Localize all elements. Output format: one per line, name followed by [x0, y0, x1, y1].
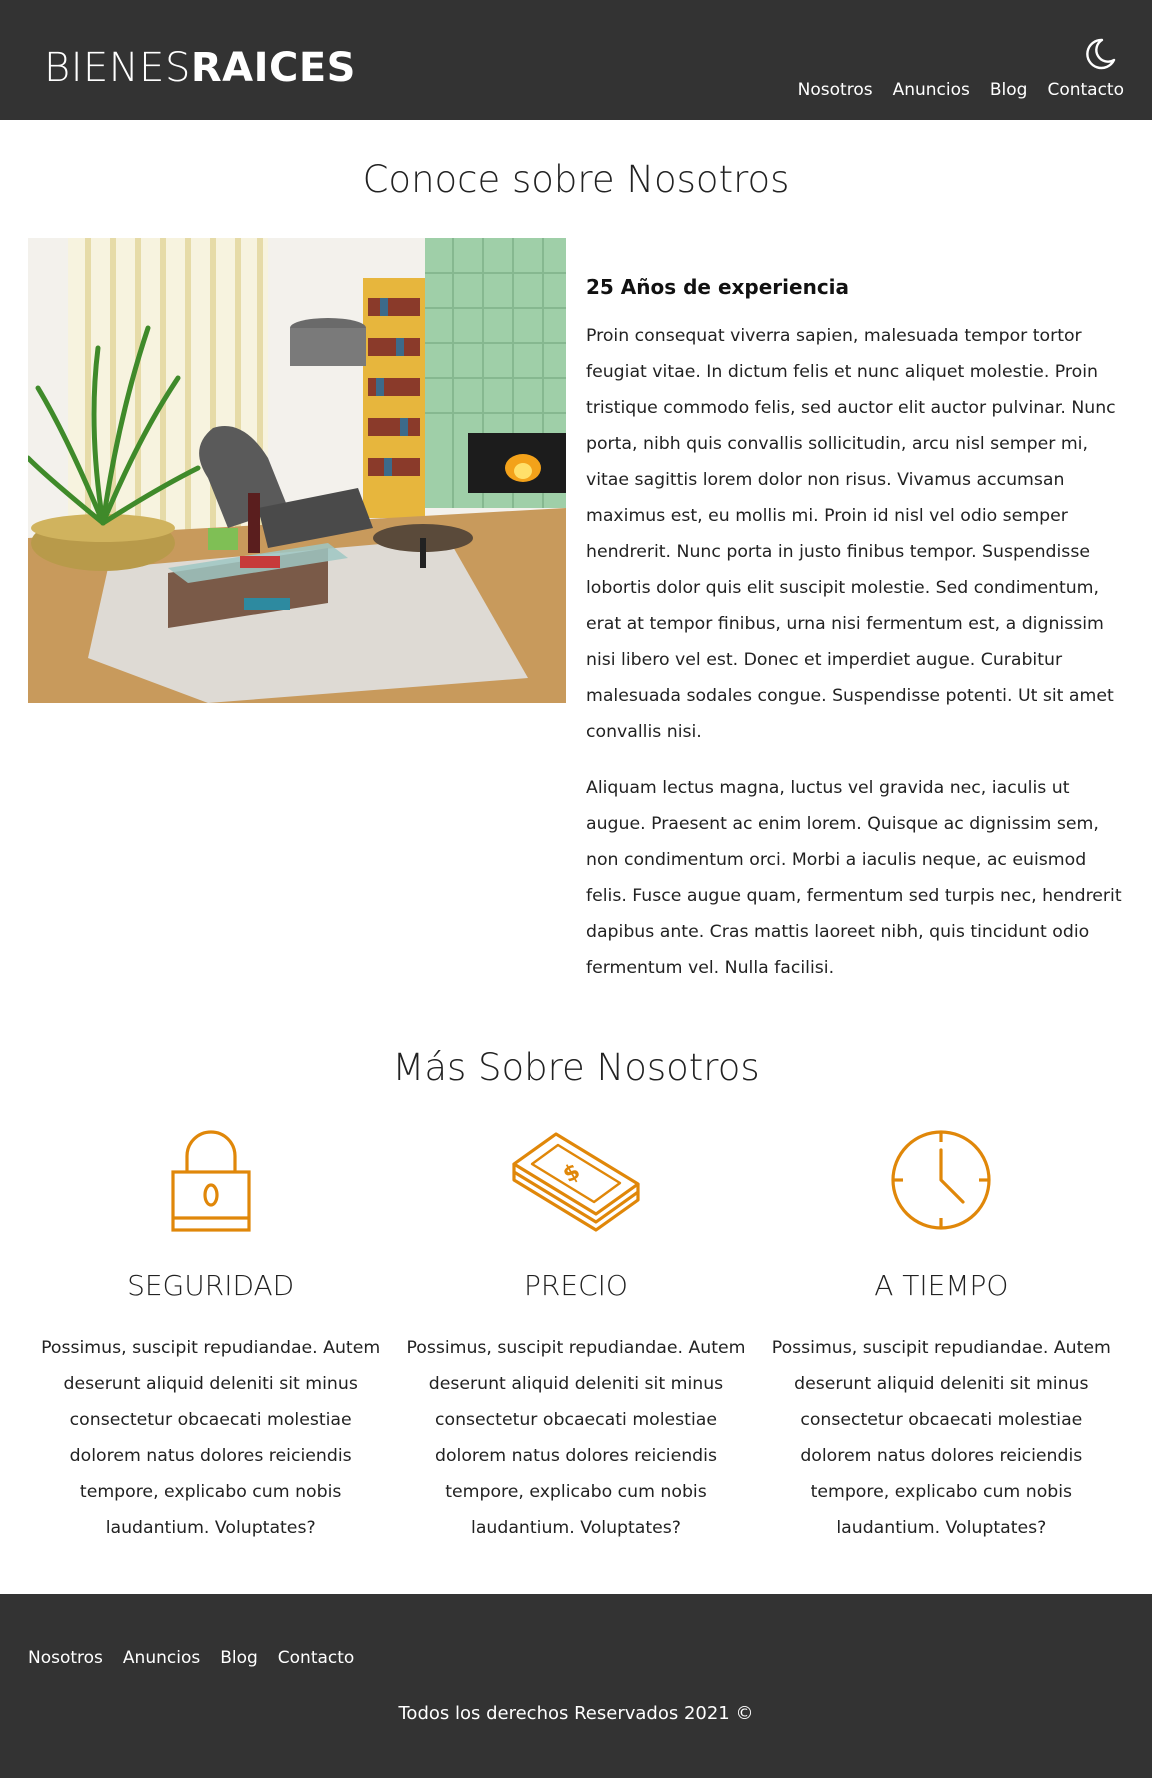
- footer-link-contacto[interactable]: Contacto: [278, 1646, 355, 1670]
- nav-link-contacto[interactable]: Contacto: [1047, 78, 1124, 102]
- about-paragraph: Aliquam lectus magna, luctus vel gravida…: [586, 778, 1122, 978]
- site-header: BIENESRAICES Nosotros Anuncios Blog Cont…: [0, 0, 1152, 120]
- logo-link[interactable]: BIENESRAICES: [44, 44, 356, 92]
- feature-title: PRECIO: [524, 1269, 628, 1302]
- footer-nav: Nosotros Anuncios Blog Contacto: [28, 1646, 354, 1670]
- living-room-illustration: [28, 238, 566, 703]
- feature-a-tiempo: A TIEMPO Possimus, suscipit repudiandae.…: [759, 1128, 1124, 1546]
- feature-title: SEGURIDAD: [127, 1269, 295, 1302]
- feature-text: Possimus, suscipit repudiandae. Autem de…: [406, 1338, 746, 1538]
- footer-link-anuncios[interactable]: Anuncios: [123, 1646, 200, 1670]
- lock-icon: [34, 1128, 387, 1232]
- main-content: Conoce sobre Nosotros 25 Años de experie…: [0, 156, 1152, 1546]
- nav-link-blog[interactable]: Blog: [990, 78, 1028, 102]
- about-paragraph: Proin consequat viverra sapien, malesuad…: [586, 326, 1116, 742]
- moon-icon[interactable]: [1082, 36, 1118, 72]
- nav-link-anuncios[interactable]: Anuncios: [893, 78, 970, 102]
- more-title: Más Sobre Nosotros: [392, 1046, 760, 1089]
- money-icon: $: [399, 1128, 752, 1232]
- fireplace-wall: [425, 238, 566, 508]
- feature-text: Possimus, suscipit repudiandae. Autem de…: [771, 1338, 1111, 1538]
- feature-text: Possimus, suscipit repudiandae. Autem de…: [41, 1338, 381, 1538]
- main-nav: Nosotros Anuncios Blog Contacto: [798, 78, 1124, 102]
- features-section: SEGURIDAD Possimus, suscipit repudiandae…: [0, 1128, 1152, 1546]
- feature-seguridad: SEGURIDAD Possimus, suscipit repudiandae…: [28, 1128, 393, 1546]
- nav-link-nosotros[interactable]: Nosotros: [798, 78, 873, 102]
- site-footer: Nosotros Anuncios Blog Contacto Todos lo…: [0, 1594, 1152, 1778]
- about-title: Conoce sobre Nosotros: [362, 158, 790, 201]
- about-text: 25 Años de experiencia Proin consequat v…: [586, 238, 1124, 986]
- living-room-image: [28, 238, 566, 703]
- footer-link-blog[interactable]: Blog: [220, 1646, 258, 1670]
- copyright-text: Todos los derechos Reservados 2021 ©: [398, 1703, 754, 1724]
- feature-title: A TIEMPO: [874, 1269, 1009, 1302]
- clock-icon: [765, 1128, 1118, 1232]
- footer-link-nosotros[interactable]: Nosotros: [28, 1646, 103, 1670]
- logo-text-bold: RAICES: [190, 45, 356, 91]
- about-section: 25 Años de experiencia Proin consequat v…: [0, 238, 1152, 986]
- feature-precio: $ PRECIO Possimus, suscipit repudiandae.…: [393, 1128, 758, 1546]
- bookshelf: [363, 278, 425, 518]
- experience-heading: 25 Años de experiencia: [586, 275, 850, 299]
- logo-text-light: BIENES: [44, 45, 191, 91]
